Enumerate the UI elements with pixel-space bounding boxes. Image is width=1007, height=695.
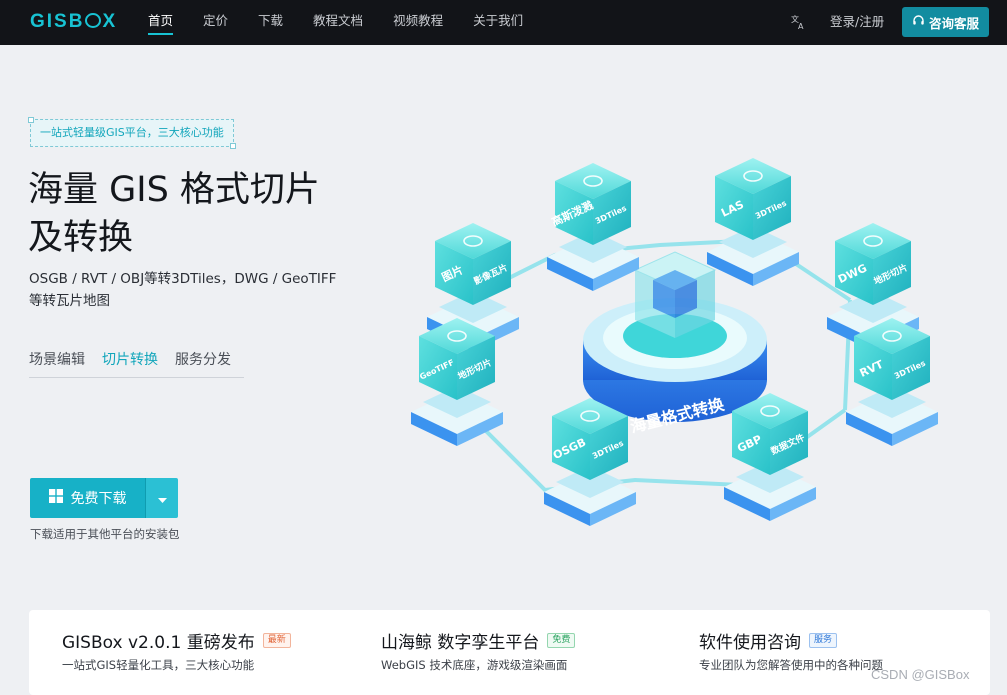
card-consulting-title: 软件使用咨询 (699, 633, 801, 653)
format-cube: OSGB 3DTiles (544, 398, 636, 526)
card-digital-twin-desc: WebGIS 技术底座，游戏级渲染画面 (381, 658, 568, 672)
nav-item-about[interactable]: 关于我们 (473, 0, 523, 45)
nav-item-docs[interactable]: 教程文档 (313, 0, 363, 45)
card-digital-twin-title: 山海鲸 数字孪生平台 (381, 633, 540, 653)
format-cube: GeoTIFF 地形切片 (411, 318, 503, 446)
badge-latest: 最新 (262, 633, 291, 648)
tab-scene-editing[interactable]: 场景编辑 (29, 349, 85, 377)
login-register-link[interactable]: 登录/注册 (830, 0, 884, 44)
nav-item-home[interactable]: 首页 (148, 0, 174, 45)
format-cube: RVT 3DTiles (846, 318, 938, 446)
consult-service-label: 咨询客服 (928, 15, 979, 31)
tab-service-distribution[interactable]: 服务分发 (175, 349, 231, 377)
caret-down-icon (157, 489, 167, 508)
translate-icon[interactable]: 文A (790, 14, 806, 31)
news-cards: GISBox v2.0.1 重磅发布 最新 一站式GIS轻量化工具，三大核心功能… (29, 610, 990, 695)
card-consulting[interactable]: 软件使用咨询 服务 专业团队为您解答使用中的各种问题 (699, 610, 979, 695)
free-download-button[interactable]: 免费下载 (30, 478, 145, 518)
other-platforms-link[interactable]: 下载适用于其他平台的安装包 (30, 526, 180, 542)
badge-free: 免费 (547, 633, 576, 648)
format-conversion-illustration: 海量格式转换 高斯泼溅3DTiles LAS 3DTiles图片 影像瓦片 DWG 地形切… (411, 158, 938, 526)
card-release-title: GISBox v2.0.1 重磅发布 (62, 633, 255, 653)
nav-links: 首页 定价 下载 教程文档 视频教程 关于我们 (148, 0, 553, 45)
download-button-group: 免费下载 (30, 478, 178, 518)
watermark: CSDN @GISBox (871, 667, 970, 682)
hero-title-line2: 及转换 (28, 218, 134, 258)
top-nav: GISB X 首页 定价 下载 教程文档 视频教程 关于我们 文A 登录/注册 咨… (0, 0, 1007, 45)
hero-title-line1: 海量 GIS 格式切片 (28, 170, 320, 210)
download-options-dropdown[interactable] (145, 478, 178, 518)
format-cube: 高斯泼溅3DTiles (547, 163, 639, 291)
badge-service: 服务 (809, 633, 838, 648)
card-consulting-desc: 专业团队为您解答使用中的各种问题 (699, 658, 883, 672)
windows-icon (48, 489, 63, 507)
nav-item-video-tutorials[interactable]: 视频教程 (393, 0, 443, 45)
free-download-label: 免费下载 (70, 491, 127, 507)
hero-subtitle: OSGB / RVT / OBJ等转3DTiles，DWG / GeoTIFF … (29, 268, 349, 312)
hero-subtitle-line2: 等转瓦片地图 (29, 293, 110, 309)
nav-item-pricing[interactable]: 定价 (203, 0, 228, 45)
consult-service-button[interactable]: 咨询客服 (902, 7, 989, 37)
format-cube: LAS 3DTiles (707, 158, 799, 286)
feature-tabs: 场景编辑 切片转换 服务分发 (29, 349, 244, 378)
hero-subtitle-line1: OSGB / RVT / OBJ等转3DTiles，DWG / GeoTIFF (29, 271, 337, 287)
card-release[interactable]: GISBox v2.0.1 重磅发布 最新 一站式GIS轻量化工具，三大核心功能 (62, 610, 342, 695)
headset-icon (912, 14, 925, 30)
gisbox-logo[interactable]: GISB X (30, 11, 117, 33)
hero-tagline: 一站式轻量级GIS平台，三大核心功能 (28, 117, 236, 149)
tab-tiling-conversion[interactable]: 切片转换 (102, 349, 158, 377)
format-cube: GBP 数据文件 (724, 393, 816, 521)
nav-item-download[interactable]: 下载 (258, 0, 283, 45)
card-digital-twin[interactable]: 山海鲸 数字孪生平台 免费 WebGIS 技术底座，游戏级渲染画面 (381, 610, 661, 695)
card-release-desc: 一站式GIS轻量化工具，三大核心功能 (62, 658, 255, 672)
svg-text:A: A (798, 22, 804, 30)
hero-title: 海量 GIS 格式切片 及转换 (28, 166, 348, 262)
